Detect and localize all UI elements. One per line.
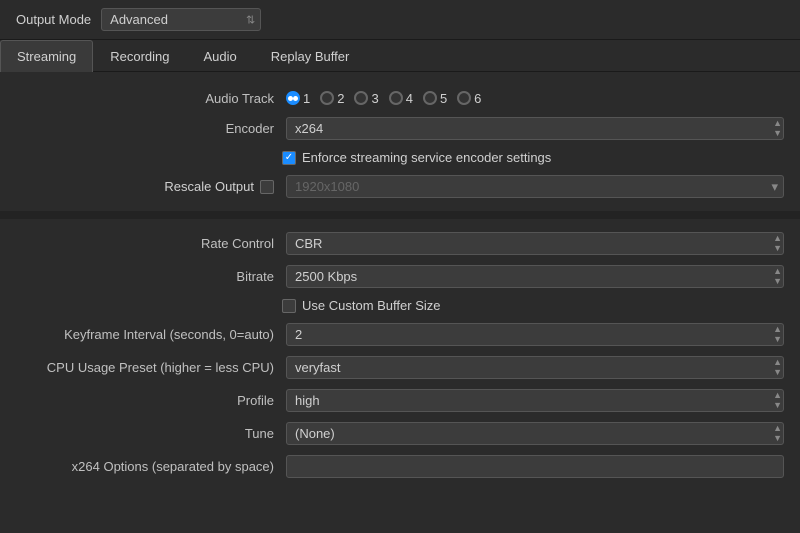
custom-buffer-row: Use Custom Buffer Size: [0, 293, 800, 318]
tab-recording[interactable]: Recording: [93, 40, 186, 72]
tab-replay-buffer[interactable]: Replay Buffer: [254, 40, 367, 72]
tune-row: Tune (None) film animation grain ▲ ▼: [0, 417, 800, 450]
keyframe-interval-label: Keyframe Interval (seconds, 0=auto): [16, 327, 286, 342]
tab-streaming[interactable]: Streaming: [0, 40, 93, 72]
tune-label: Tune: [16, 426, 286, 441]
radio-2-circle: [320, 91, 334, 105]
cpu-usage-value-wrapper: veryfast superfast ultrafast fast medium…: [286, 356, 784, 379]
audio-track-group: 1 2 3 4 5 6: [286, 91, 481, 106]
audio-track-6[interactable]: 6: [457, 91, 481, 106]
radio-4-circle: [389, 91, 403, 105]
profile-value-wrapper: high main baseline ▲ ▼: [286, 389, 784, 412]
enforce-checkmark: ✓: [285, 153, 293, 163]
rescale-output-row: Rescale Output 1920x1080: [0, 170, 800, 203]
output-mode-select-wrapper: Advanced Simple: [101, 8, 261, 31]
rate-control-value-wrapper: CBR VBR ABR ▲ ▼: [286, 232, 784, 255]
audio-track-3[interactable]: 3: [354, 91, 378, 106]
enforce-checkbox-box: ✓: [282, 151, 296, 165]
radio-6-label: 6: [474, 91, 481, 106]
keyframe-interval-row: Keyframe Interval (seconds, 0=auto) ▲ ▼: [0, 318, 800, 351]
audio-track-1[interactable]: 1: [286, 91, 310, 106]
radio-1-circle: [286, 91, 300, 105]
cpu-usage-label: CPU Usage Preset (higher = less CPU): [16, 360, 286, 375]
custom-buffer-checkbox[interactable]: Use Custom Buffer Size: [282, 298, 440, 313]
profile-label: Profile: [16, 393, 286, 408]
x264-options-row: x264 Options (separated by space): [0, 450, 800, 483]
rescale-output-label: Rescale Output: [164, 179, 254, 194]
profile-select[interactable]: high main baseline: [286, 389, 784, 412]
bitrate-label: Bitrate: [16, 269, 286, 284]
tune-value-wrapper: (None) film animation grain ▲ ▼: [286, 422, 784, 445]
enforce-settings-checkbox[interactable]: ✓ Enforce streaming service encoder sett…: [282, 150, 551, 165]
tab-audio[interactable]: Audio: [187, 40, 254, 72]
radio-3-circle: [354, 91, 368, 105]
tabs-bar: Streaming Recording Audio Replay Buffer: [0, 40, 800, 72]
rescale-select[interactable]: 1920x1080: [286, 175, 784, 198]
rescale-select-area: 1920x1080: [286, 175, 784, 198]
enforce-settings-row: ✓ Enforce streaming service encoder sett…: [0, 145, 800, 170]
rescale-label-area: Rescale Output: [16, 179, 286, 194]
bitrate-value-wrapper: ▲ ▼: [286, 265, 784, 288]
rescale-checkbox-box[interactable]: [260, 180, 274, 194]
audio-track-row: Audio Track 1 2 3 4 5: [0, 84, 800, 112]
rate-control-label: Rate Control: [16, 236, 286, 251]
audio-track-label: Audio Track: [16, 91, 286, 106]
radio-5-circle: [423, 91, 437, 105]
encoder-select[interactable]: x264: [286, 117, 784, 140]
cpu-usage-select[interactable]: veryfast superfast ultrafast fast medium…: [286, 356, 784, 379]
custom-buffer-checkbox-box: [282, 299, 296, 313]
radio-5-label: 5: [440, 91, 447, 106]
audio-track-2[interactable]: 2: [320, 91, 344, 106]
profile-row: Profile high main baseline ▲ ▼: [0, 384, 800, 417]
radio-3-label: 3: [371, 91, 378, 106]
content-area: Audio Track 1 2 3 4 5: [0, 72, 800, 495]
radio-1-label: 1: [303, 91, 310, 106]
encoder-label: Encoder: [16, 121, 286, 136]
x264-options-input[interactable]: [286, 455, 784, 478]
output-mode-label: Output Mode: [16, 12, 91, 27]
radio-6-circle: [457, 91, 471, 105]
tune-select[interactable]: (None) film animation grain: [286, 422, 784, 445]
custom-buffer-label: Use Custom Buffer Size: [302, 298, 440, 313]
output-mode-select[interactable]: Advanced Simple: [101, 8, 261, 31]
x264-options-value-wrapper: [286, 455, 784, 478]
cpu-usage-row: CPU Usage Preset (higher = less CPU) ver…: [0, 351, 800, 384]
rate-control-row: Rate Control CBR VBR ABR ▲ ▼: [0, 227, 800, 260]
output-mode-row: Output Mode Advanced Simple: [0, 0, 800, 40]
bitrate-input[interactable]: [286, 265, 784, 288]
audio-track-4[interactable]: 4: [389, 91, 413, 106]
keyframe-interval-value-wrapper: ▲ ▼: [286, 323, 784, 346]
radio-4-label: 4: [406, 91, 413, 106]
x264-options-label: x264 Options (separated by space): [16, 459, 286, 474]
bitrate-row: Bitrate ▲ ▼: [0, 260, 800, 293]
radio-2-label: 2: [337, 91, 344, 106]
audio-track-5[interactable]: 5: [423, 91, 447, 106]
encoder-row: Encoder x264 ▲ ▼: [0, 112, 800, 145]
enforce-settings-label: Enforce streaming service encoder settin…: [302, 150, 551, 165]
encoder-value-wrapper: x264 ▲ ▼: [286, 117, 784, 140]
section-divider: [0, 211, 800, 219]
rate-control-select[interactable]: CBR VBR ABR: [286, 232, 784, 255]
keyframe-interval-input[interactable]: [286, 323, 784, 346]
